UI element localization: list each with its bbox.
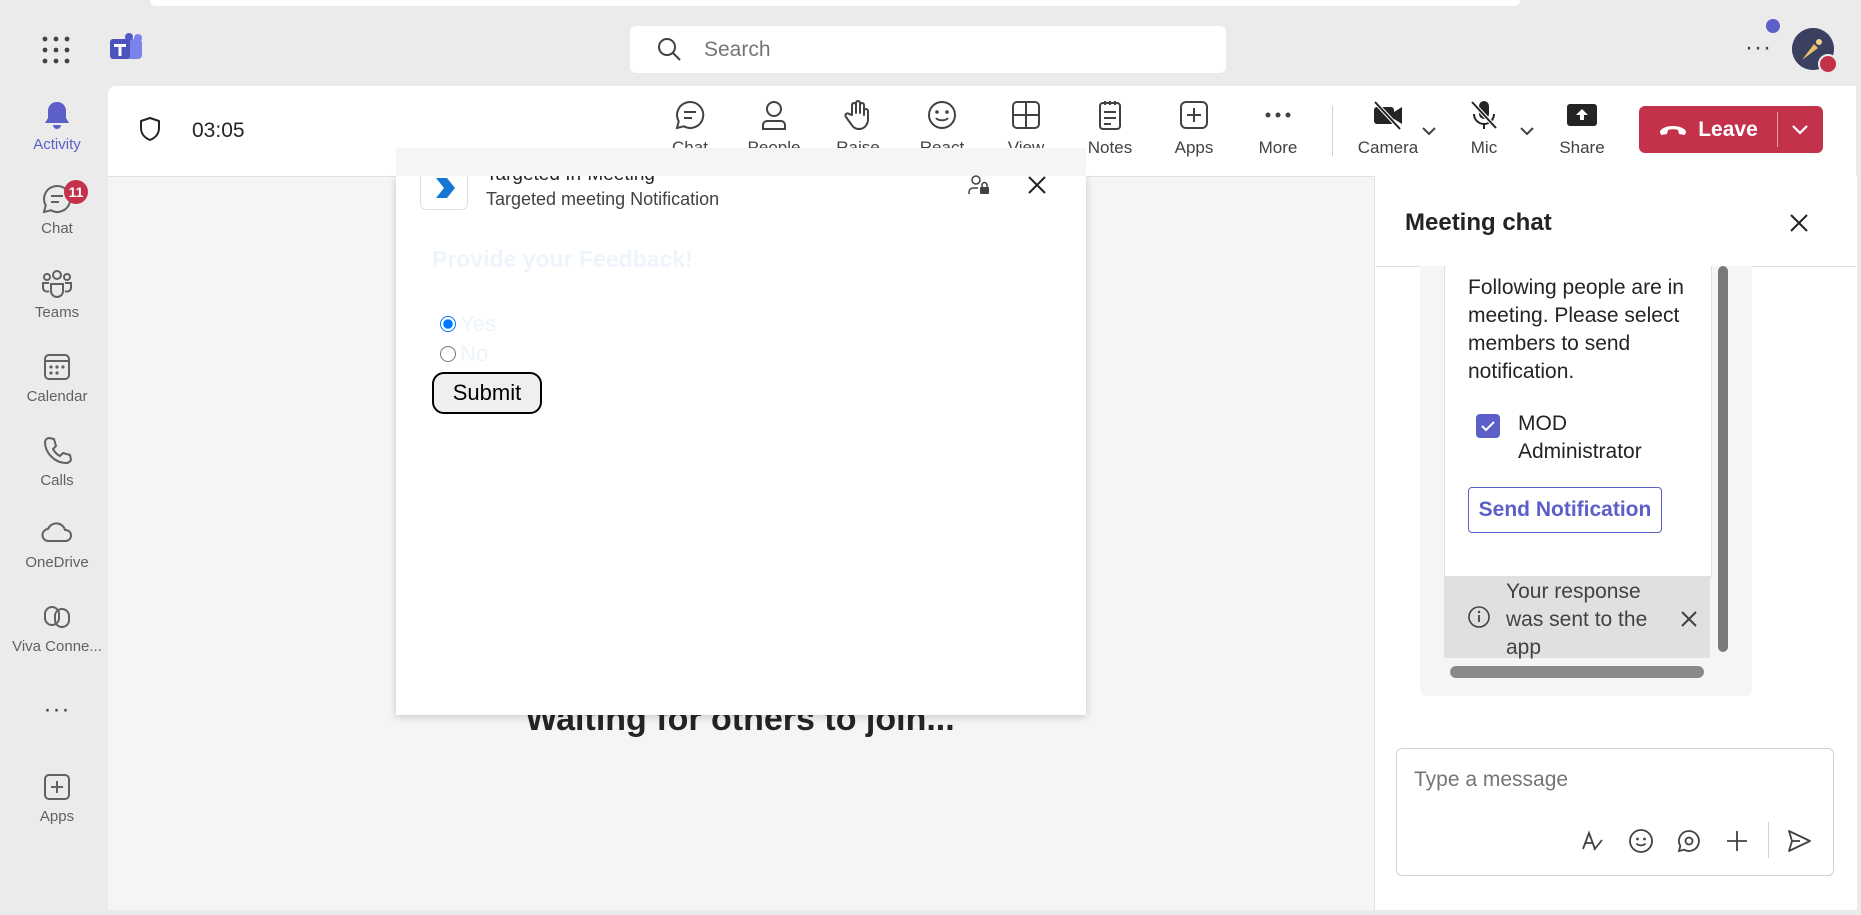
loop-icon[interactable] [1676, 828, 1702, 854]
close-icon[interactable] [1026, 174, 1048, 196]
tool-label: Camera [1357, 138, 1419, 157]
close-icon[interactable] [1788, 212, 1810, 234]
tool-label: Mic [1470, 138, 1498, 157]
leave-label: Leave [1698, 117, 1758, 141]
cloud-icon [40, 516, 74, 550]
message-input[interactable] [1414, 768, 1794, 792]
share-button[interactable]: Share [1542, 98, 1622, 158]
private-person-icon [968, 174, 990, 196]
mic-off-icon [1470, 100, 1498, 130]
tool-more-button[interactable]: More [1238, 98, 1318, 158]
notes-icon [1099, 101, 1121, 130]
leave-button[interactable]: Leave [1639, 106, 1823, 153]
send-notification-button[interactable]: Send Notification [1468, 487, 1662, 533]
radio-option-no[interactable]: No [438, 340, 488, 368]
sidebar-item-label: Calendar [26, 388, 88, 405]
response-status-text: Your response was sent to the app [1506, 580, 1648, 659]
compose-divider [1768, 822, 1769, 858]
mic-options-chevron-icon[interactable] [1518, 124, 1536, 138]
member-name: MOD Administrator [1518, 412, 1642, 463]
unread-badge: 11 [64, 180, 88, 204]
app-launcher-icon[interactable] [40, 34, 72, 66]
more-icon [1265, 112, 1291, 118]
add-app-icon [1180, 101, 1208, 129]
sidebar-item-chat[interactable]: 11 Chat [6, 180, 108, 237]
phone-icon [40, 434, 74, 468]
shield-icon[interactable] [138, 116, 162, 142]
sidebar-item-label: Apps [39, 808, 75, 825]
tool-label: Apps [1174, 138, 1214, 157]
hand-icon [844, 100, 869, 130]
more-options-icon[interactable]: ··· [1745, 34, 1772, 62]
share-icon [1567, 104, 1597, 126]
sidebar-item-activity[interactable]: Activity [6, 98, 108, 153]
checkmark-icon [1481, 421, 1495, 432]
radio-no[interactable] [440, 346, 456, 362]
vertical-scrollbar[interactable] [1718, 266, 1728, 652]
submit-button[interactable]: Submit [432, 372, 542, 414]
smile-icon [928, 101, 956, 129]
grid-icon [1012, 101, 1040, 129]
format-icon[interactable] [1580, 828, 1606, 854]
more-apps-icon[interactable]: ··· [6, 696, 108, 724]
emoji-icon[interactable] [1628, 828, 1654, 854]
sidebar-item-calls[interactable]: Calls [6, 434, 108, 489]
sidebar-item-apps[interactable]: Apps [6, 770, 108, 825]
sidebar-item-calendar[interactable]: Calendar [6, 350, 108, 405]
hang-up-icon [1660, 125, 1687, 135]
sidebar-item-label: Chat [41, 220, 73, 237]
sidebar-item-viva[interactable]: Viva Conne... [6, 600, 108, 655]
sidebar-item-onedrive[interactable]: OneDrive [6, 516, 108, 571]
tool-label: More [1258, 138, 1298, 157]
feedback-heading: Provide your Feedback! [432, 246, 693, 272]
radio-option-yes[interactable]: Yes [438, 310, 496, 338]
card-instructions: Following people are in meeting. Please … [1468, 276, 1684, 383]
camera-off-icon [1373, 100, 1402, 131]
tool-apps-button[interactable]: Apps [1154, 98, 1234, 158]
sidebar-item-label: Viva Conne... [12, 638, 102, 655]
leave-options-chevron-icon[interactable] [1789, 120, 1811, 138]
add-app-icon [40, 770, 74, 804]
teams-logo-icon [108, 33, 146, 65]
mic-button[interactable]: Mic [1444, 98, 1524, 158]
horizontal-scrollbar[interactable] [1450, 666, 1704, 678]
sidebar-item-teams[interactable]: Teams [6, 266, 108, 321]
camera-button[interactable]: Camera [1348, 98, 1428, 158]
toolbar-divider [1332, 106, 1333, 156]
tool-label: Share [1559, 138, 1605, 157]
viva-icon [40, 600, 74, 634]
bell-icon [40, 98, 74, 132]
meeting-timer: 03:05 [192, 119, 245, 142]
sidebar-item-label: Activity [33, 136, 81, 153]
dialog-title-clip [396, 148, 1086, 176]
send-icon[interactable] [1786, 828, 1812, 854]
radio-yes[interactable] [440, 316, 456, 332]
member-checkbox[interactable] [1476, 414, 1500, 438]
search-icon [656, 36, 682, 62]
notification-dot [1766, 19, 1780, 33]
radio-label: No [460, 341, 489, 366]
sidebar-item-label: Calls [40, 472, 74, 489]
sidebar-item-label: Teams [34, 304, 80, 321]
browser-strip [150, 0, 1520, 6]
search-input[interactable] [704, 36, 1184, 64]
dismiss-icon[interactable] [1680, 610, 1698, 628]
teams-icon [40, 266, 74, 300]
add-icon[interactable] [1724, 828, 1750, 854]
info-icon [1467, 605, 1491, 629]
camera-options-chevron-icon[interactable] [1420, 124, 1438, 138]
radio-label: Yes [460, 311, 496, 336]
chat-panel-title: Meeting chat [1405, 209, 1552, 236]
sidebar-item-label: OneDrive [25, 554, 89, 571]
calendar-icon [40, 350, 74, 384]
person-icon [762, 101, 786, 130]
status-badge [1818, 54, 1838, 74]
chat-icon [675, 100, 705, 130]
dialog-subtitle: Targeted meeting Notification [486, 189, 720, 209]
